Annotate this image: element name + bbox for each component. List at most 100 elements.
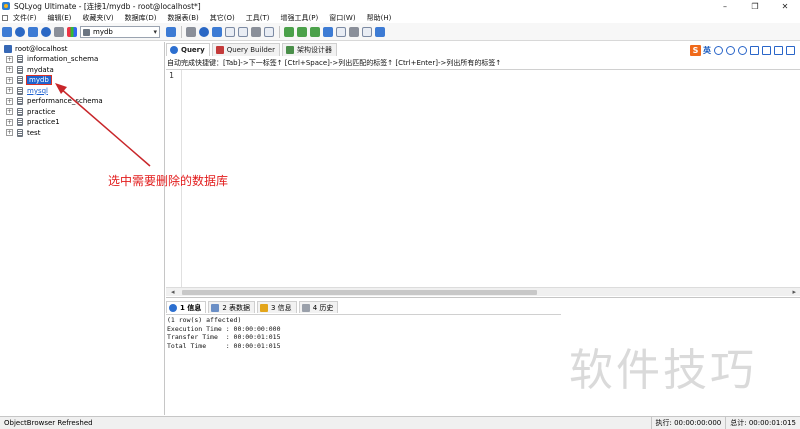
restore-button[interactable]: ❐ [740,0,770,12]
menu-others[interactable]: 其它(O) [210,13,235,23]
execute-all-icon[interactable] [41,26,51,37]
system-menu-icon[interactable] [2,14,8,21]
tree-item-label: mysql [27,86,48,95]
expand-icon[interactable]: + [6,118,13,126]
stop-icon[interactable] [54,26,64,37]
scroll-right-icon[interactable]: ▸ [792,288,796,296]
database-select[interactable]: mydb ▾ [80,25,160,38]
menu-grid-icon[interactable] [786,45,795,55]
tree-item-performance-schema[interactable]: + performance_schema [0,96,164,107]
toolbox-icon[interactable] [774,45,783,55]
line-number: 1 [169,71,174,80]
scheduler-icon[interactable] [297,26,307,37]
tree-item-label: information_schema [27,55,99,64]
tree-item-label: mydata [27,65,54,74]
menu-file[interactable]: 文件(F) [13,13,37,23]
tab-messages[interactable]: 1 信息 [166,301,207,313]
menu-help[interactable]: 帮助(H) [367,13,392,23]
tab-schema-designer[interactable]: 架构设计器 [281,43,337,56]
scroll-left-icon[interactable]: ◂ [171,288,175,296]
tab-label: Query [181,46,205,54]
object-browser: root@localhost + information_schema + my… [0,42,165,415]
sogou-logo-icon[interactable]: S [690,44,701,56]
skin-icon[interactable] [762,45,771,55]
menu-tools[interactable]: 工具(T) [246,13,270,23]
editor-tabs: Query Query Builder 架构设计器 [166,43,339,56]
tab-table-data[interactable]: 2 表数据 [208,301,255,313]
info-icon [169,303,177,312]
new-connection-icon[interactable] [2,26,12,37]
tree-item-practice1[interactable]: + practice1 [0,117,164,128]
menu-database[interactable]: 数据库(D) [125,13,157,23]
notification-icon[interactable] [310,26,320,37]
table-icon [211,303,220,312]
database-icon [17,55,23,64]
options-icon[interactable] [349,26,359,37]
export-icon[interactable] [212,26,222,37]
autocomplete-hint: 自动完成快捷键：[Tab]->下一标签↑ [Ctrl+Space]->列出匹配的… [167,58,502,67]
sql-editor[interactable]: 1 [166,69,800,288]
tab-info[interactable]: 3 信息 [257,301,297,313]
report-icon[interactable] [336,26,346,37]
import-icon[interactable] [199,26,209,37]
title-bar: SQLyog Ultimate - [连接1/mydb - root@local… [0,0,800,12]
minimize-button[interactable]: – [710,0,740,12]
status-exec-time: 执行: 00:00:00:000 [650,416,726,429]
user-manager-icon[interactable] [166,26,176,37]
expand-icon[interactable]: + [6,87,13,95]
menu-favorites[interactable]: 收藏夹(V) [82,13,113,23]
schema-icon[interactable] [225,26,235,37]
punctuation-icon[interactable] [714,45,723,55]
microphone-icon[interactable] [738,45,747,55]
keyboard-icon[interactable] [750,45,759,55]
execute-icon[interactable] [28,26,38,37]
tree-item-mydata[interactable]: + mydata [0,65,164,76]
close-button[interactable]: ✕ [770,0,800,12]
expand-icon[interactable]: + [6,97,13,105]
expand-icon[interactable]: + [6,76,13,84]
tree-item-practice[interactable]: + practice [0,107,164,118]
notes-icon[interactable] [362,26,372,37]
menu-window[interactable]: 窗口(W) [329,13,355,23]
menu-power-tools[interactable]: 增强工具(P) [281,13,319,23]
database-icon [17,97,23,106]
backup-icon[interactable] [186,26,196,37]
history-icon[interactable] [375,26,385,37]
database-select-value: mydb [93,27,113,36]
expand-icon[interactable]: + [6,129,13,137]
query-doc-icon[interactable] [264,26,274,37]
app-icon [2,2,10,10]
scrollbar-thumb[interactable] [182,290,537,295]
tab-query-builder[interactable]: Query Builder [211,43,280,56]
chevron-down-icon: ▾ [153,27,157,36]
table-data-icon[interactable] [238,26,248,37]
refresh-icon[interactable] [15,26,25,37]
format-icon[interactable] [67,26,77,37]
tree-item-label: practice [27,107,56,116]
menu-edit[interactable]: 编辑(E) [48,13,72,23]
tree-root[interactable]: root@localhost [0,43,164,54]
expand-icon[interactable]: + [6,55,13,63]
tree-item-mydb[interactable]: + mydb [0,75,164,86]
expand-icon[interactable]: + [6,66,13,74]
horizontal-scrollbar[interactable]: ◂ ▸ [166,287,800,296]
database-icon [17,118,23,127]
tab-label: Query Builder [226,46,275,54]
monitor-icon[interactable] [323,26,333,37]
tree-item-information-schema[interactable]: + information_schema [0,54,164,65]
tree-item-label: performance_schema [27,97,103,106]
tree-item-test[interactable]: + test [0,128,164,139]
query-builder-icon [215,46,224,54]
results-tabs: 1 信息 2 表数据 3 信息 4 历史 [166,301,340,313]
ime-language[interactable]: 英 [703,45,711,56]
tab-query[interactable]: Query [166,43,210,56]
tree-item-mysql[interactable]: + mysql [0,86,164,97]
emoji-icon[interactable] [726,45,735,55]
database-icon [17,65,23,74]
expand-icon[interactable]: + [6,108,13,116]
wizard-icon[interactable] [284,26,294,37]
menu-table[interactable]: 数据表(B) [168,13,199,23]
sync-icon[interactable] [251,26,261,37]
tab-history[interactable]: 4 历史 [298,301,339,313]
query-icon [170,46,178,54]
